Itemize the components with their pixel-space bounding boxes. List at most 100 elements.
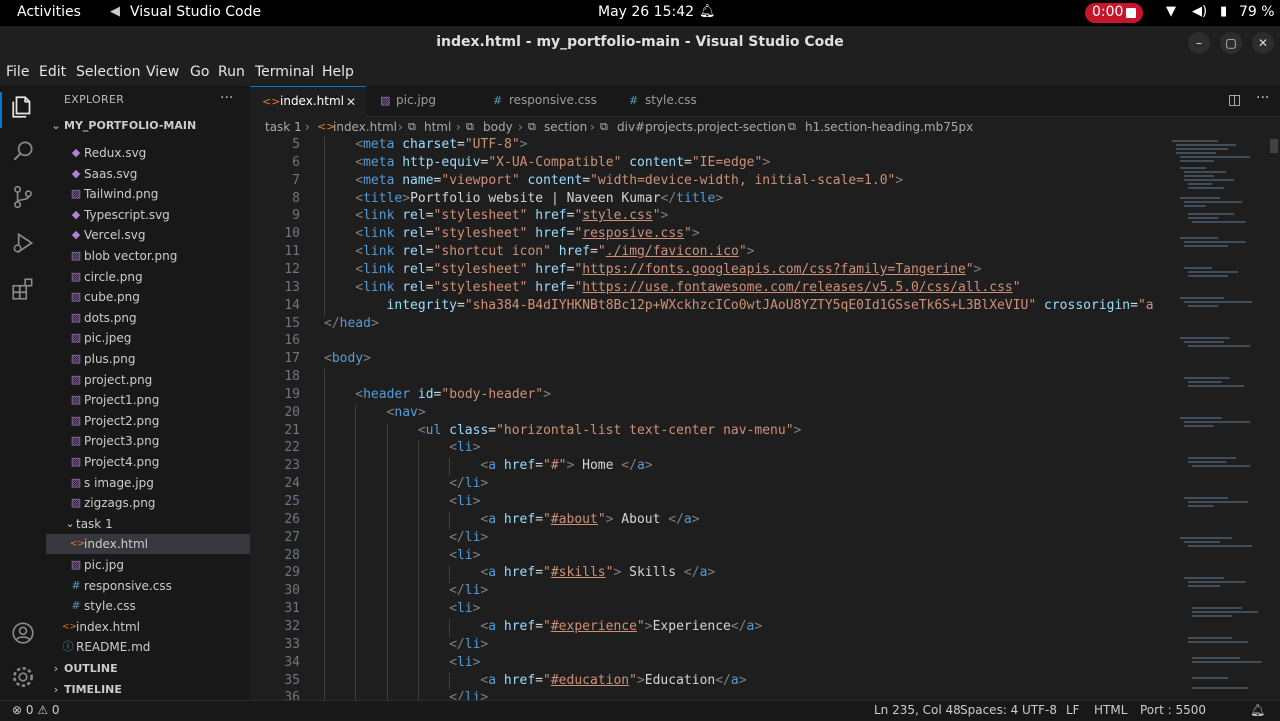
tree-file[interactable]: ▨ dots.png: [46, 308, 250, 328]
tree-file[interactable]: ▨ zigzags.png: [46, 493, 250, 513]
tree-file[interactable]: ▨ blob vector.png: [46, 246, 250, 266]
settings-gear-icon[interactable]: [10, 664, 36, 690]
code-line[interactable]: 9 <link rel="stylesheet" href="style.css"…: [250, 208, 1170, 226]
tree-file[interactable]: ▨ Project2.png: [46, 411, 250, 431]
code-line[interactable]: 14 integrity="sha384-B4dIYHKNBt8Bc12p+WXc…: [250, 298, 1170, 316]
code-line[interactable]: 25 <li>: [250, 494, 1170, 512]
tree-file[interactable]: <> index.html: [46, 617, 250, 637]
tree-file[interactable]: ◆ Typescript.svg: [46, 205, 250, 225]
more-actions-icon[interactable]: ···: [1256, 90, 1269, 106]
code-line[interactable]: 15 </head>: [250, 316, 1170, 334]
menu-selection[interactable]: Selection: [76, 64, 141, 80]
tree-file[interactable]: ▨ s image.jpg: [46, 473, 250, 493]
encoding[interactable]: UTF-8: [1022, 703, 1057, 717]
code-line[interactable]: 27 </li>: [250, 530, 1170, 548]
code-line[interactable]: 28 <li>: [250, 548, 1170, 566]
tab-index-html[interactable]: <> index.html ✕: [250, 86, 366, 117]
code-line[interactable]: 5 <meta charset="UTF-8">: [250, 137, 1170, 155]
minimap[interactable]: [1168, 137, 1268, 700]
menu-go[interactable]: Go: [190, 64, 209, 80]
menu-run[interactable]: Run: [218, 64, 245, 80]
code-line[interactable]: 26 <a href="#about"> About </a>: [250, 512, 1170, 530]
code-line[interactable]: 7 <meta name="viewport" content="width=de…: [250, 173, 1170, 191]
battery-icon[interactable]: ▮: [1220, 4, 1227, 19]
code-line[interactable]: 21 <ul class="horizontal-list text-center…: [250, 423, 1170, 441]
run-debug-icon[interactable]: [10, 230, 36, 256]
go-live-port[interactable]: Port : 5500: [1140, 703, 1206, 717]
code-line[interactable]: 29 <a href="#skills"> Skills </a>: [250, 565, 1170, 583]
tree-file[interactable]: ◆ Vercel.svg: [46, 225, 250, 245]
code-line[interactable]: 11 <link rel="shortcut icon" href="./img/…: [250, 244, 1170, 262]
breadcrumb-item[interactable]: div#projects.project-section: [617, 120, 786, 134]
close-icon[interactable]: ✕: [1252, 32, 1274, 54]
indentation[interactable]: Spaces: 4: [960, 703, 1018, 717]
tree-file[interactable]: ▨ cube.png: [46, 287, 250, 307]
problems-indicator[interactable]: ⊗ 0 ⚠ 0: [12, 703, 60, 717]
code-line[interactable]: 30 </li>: [250, 583, 1170, 601]
menu-edit[interactable]: Edit: [39, 64, 66, 80]
tree-file[interactable]: <> index.html: [46, 534, 250, 555]
code-line[interactable]: 33 </li>: [250, 637, 1170, 655]
tab-responsive-css[interactable]: # responsive.css: [478, 86, 614, 116]
code-line[interactable]: 19 <header id="body-header">: [250, 387, 1170, 405]
vertical-scrollbar[interactable]: [1268, 137, 1280, 700]
code-line[interactable]: 13 <link rel="stylesheet" href="https://u…: [250, 280, 1170, 298]
menu-view[interactable]: View: [146, 64, 179, 80]
code-line[interactable]: 17 <body>: [250, 351, 1170, 369]
tab-pic-jpg[interactable]: ▨ pic.jpg: [366, 86, 478, 116]
code-line[interactable]: 32 <a href="#experience">Experience</a>: [250, 619, 1170, 637]
code-line[interactable]: 16: [250, 333, 1170, 351]
tree-file[interactable]: ▨ pic.jpg: [46, 555, 250, 575]
menu-help[interactable]: Help: [322, 64, 354, 80]
cursor-position[interactable]: Ln 235, Col 48: [874, 703, 961, 717]
code-line[interactable]: 18: [250, 369, 1170, 387]
tree-file[interactable]: ▨ Project1.png: [46, 390, 250, 410]
breadcrumb-item[interactable]: task 1: [265, 120, 302, 134]
tree-file[interactable]: ▨ Tailwind.png: [46, 184, 250, 204]
app-name-label[interactable]: Visual Studio Code: [130, 4, 261, 20]
tree-folder[interactable]: ⌄ task 1: [46, 514, 250, 534]
timeline-section[interactable]: › TIMELINE: [46, 680, 250, 700]
explorer-icon[interactable]: [10, 94, 36, 120]
code-line[interactable]: 35 <a href="#education">Education</a>: [250, 673, 1170, 691]
outline-section[interactable]: › OUTLINE: [46, 659, 250, 679]
code-line[interactable]: 10 <link rel="stylesheet" href="resposive…: [250, 226, 1170, 244]
breadcrumb-item[interactable]: section: [544, 120, 587, 134]
window-title-bar[interactable]: index.html - my_portfolio-main - Visual …: [0, 26, 1280, 60]
tab-close-icon[interactable]: ✕: [346, 95, 356, 109]
line-ending[interactable]: LF: [1066, 703, 1080, 717]
language-mode[interactable]: HTML: [1094, 703, 1127, 717]
code-line[interactable]: 24 </li>: [250, 476, 1170, 494]
breadcrumb-item[interactable]: h1.section-heading.mb75px: [805, 120, 973, 134]
code-line[interactable]: 34 <li>: [250, 655, 1170, 673]
screen-recording-indicator[interactable]: 0:00: [1085, 3, 1143, 23]
code-line[interactable]: 31 <li>: [250, 601, 1170, 619]
minimize-icon[interactable]: –: [1188, 32, 1210, 54]
breadcrumb-item[interactable]: body: [483, 120, 513, 134]
source-control-icon[interactable]: [10, 184, 36, 210]
tree-file[interactable]: ▨ plus.png: [46, 349, 250, 369]
code-editor[interactable]: 5 <meta charset="UTF-8"> 6 <meta http-equiv…: [250, 137, 1280, 700]
search-icon[interactable]: [10, 138, 36, 164]
code-line[interactable]: 23 <a href="#"> Home </a>: [250, 458, 1170, 476]
breadcrumb-item[interactable]: index.html: [333, 120, 397, 134]
tree-file[interactable]: ▨ pic.jpeg: [46, 328, 250, 348]
tree-file[interactable]: ▨ circle.png: [46, 267, 250, 287]
menu-terminal[interactable]: Terminal: [255, 64, 314, 80]
notifications-bell-icon[interactable]: 🔔︎: [1250, 703, 1265, 717]
maximize-icon[interactable]: ▢: [1220, 32, 1242, 54]
tree-file[interactable]: ◆ Saas.svg: [46, 164, 250, 184]
tab-style-css[interactable]: # style.css: [614, 86, 724, 116]
account-icon[interactable]: [10, 620, 36, 646]
split-editor-icon[interactable]: ◫: [1228, 92, 1241, 108]
tree-file[interactable]: ▨ Project3.png: [46, 431, 250, 451]
tree-file[interactable]: ▨ project.png: [46, 370, 250, 390]
tree-file[interactable]: # responsive.css: [46, 576, 250, 596]
code-line[interactable]: 8 <title>Portfolio website | Naveen Kumar…: [250, 191, 1170, 209]
volume-icon[interactable]: ◀): [1192, 4, 1207, 19]
code-line[interactable]: 20 <nav>: [250, 405, 1170, 423]
code-line[interactable]: 22 <li>: [250, 440, 1170, 458]
workspace-root[interactable]: ⌄ MY_PORTFOLIO-MAIN: [46, 116, 250, 136]
code-line[interactable]: 36 </li>: [250, 690, 1170, 700]
menu-file[interactable]: File: [6, 64, 29, 80]
